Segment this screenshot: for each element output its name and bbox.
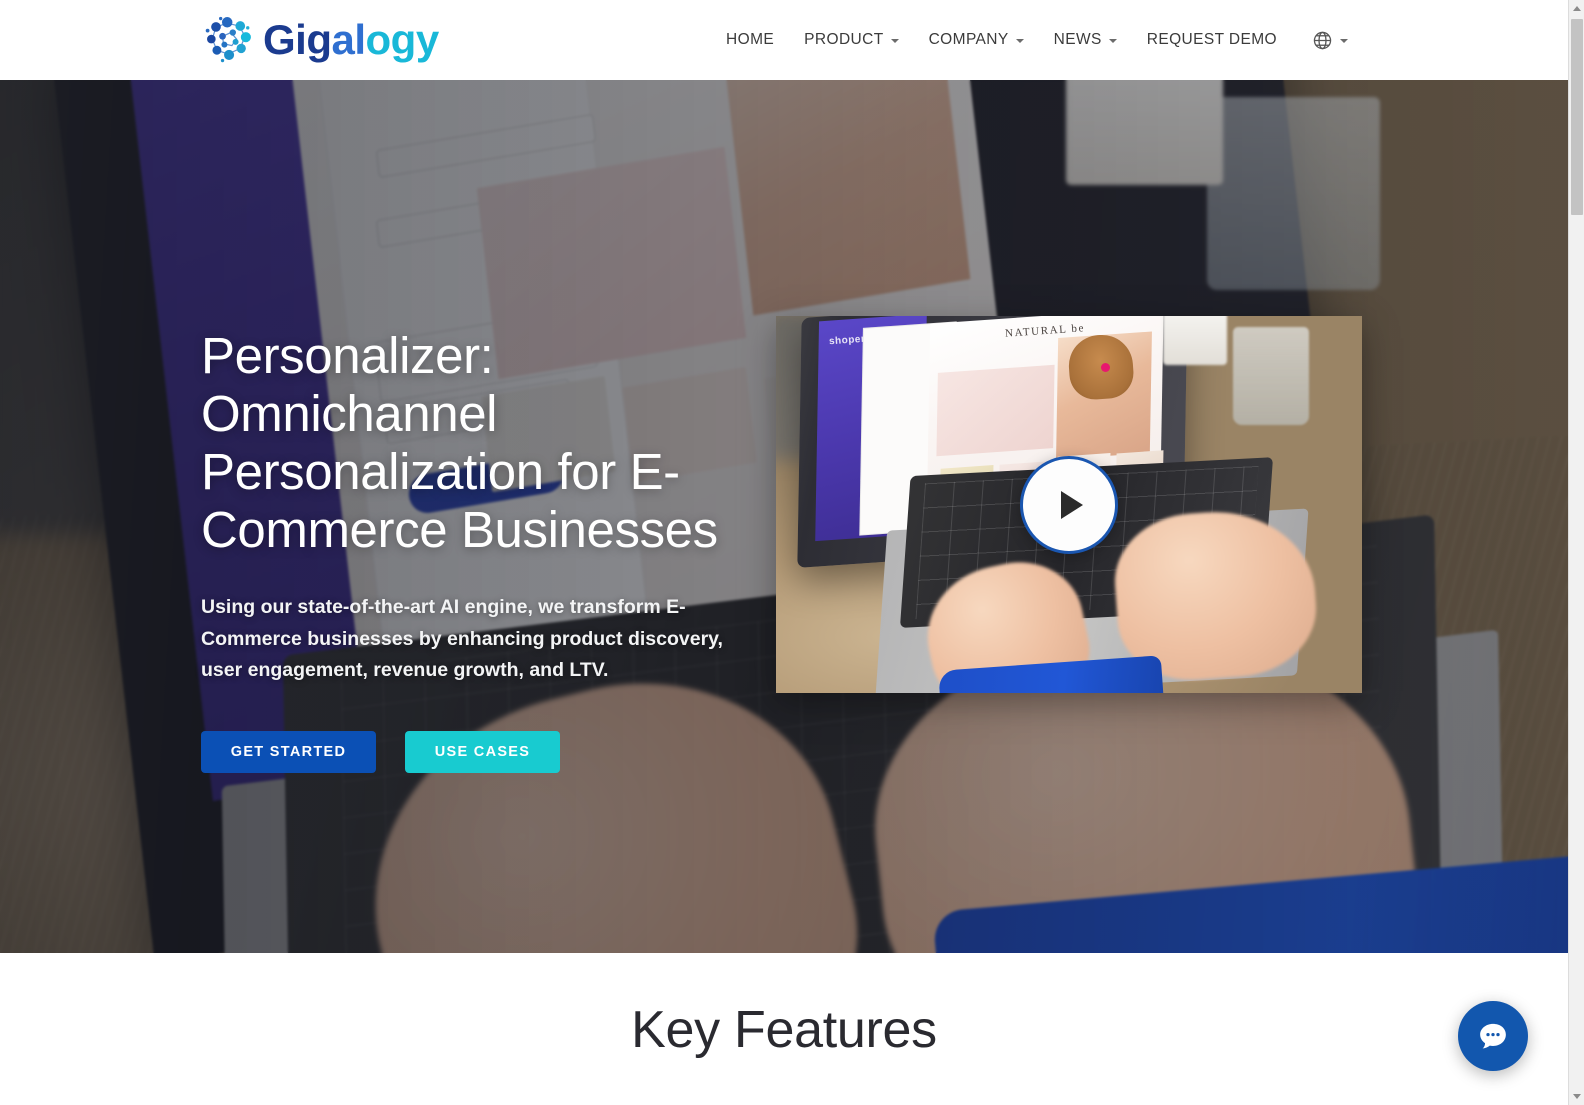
nav-item-news[interactable]: NEWS bbox=[1039, 0, 1132, 80]
key-features-title: Key Features bbox=[631, 1001, 937, 1059]
chat-bubble-icon bbox=[1480, 1023, 1506, 1049]
nav-item-home[interactable]: HOME bbox=[711, 0, 789, 80]
chat-widget-button[interactable] bbox=[1458, 1001, 1528, 1071]
chevron-down-icon bbox=[890, 39, 899, 43]
page-viewport: Gigalogy HOME PRODUCT COMPANY NEWS REQUE… bbox=[0, 0, 1568, 1105]
browser-page: Gigalogy HOME PRODUCT COMPANY NEWS REQUE… bbox=[0, 0, 1584, 1105]
play-button[interactable] bbox=[1020, 455, 1118, 554]
nav-item-request-demo[interactable]: REQUEST DEMO bbox=[1132, 0, 1292, 80]
use-cases-button[interactable]: USE CASES bbox=[405, 730, 560, 773]
network-dots-icon bbox=[205, 16, 251, 63]
main-navigation: HOME PRODUCT COMPANY NEWS REQUEST DEMO bbox=[711, 0, 1358, 80]
site-header: Gigalogy HOME PRODUCT COMPANY NEWS REQUE… bbox=[0, 0, 1568, 80]
nav-item-company[interactable]: COMPANY bbox=[914, 0, 1039, 80]
hero-subtitle: Using our state-of-the-art AI engine, we… bbox=[201, 596, 723, 681]
globe-icon bbox=[1313, 31, 1332, 49]
nav-item-product[interactable]: PRODUCT bbox=[789, 0, 913, 80]
nav-label: REQUEST DEMO bbox=[1146, 31, 1277, 48]
nav-label: NEWS bbox=[1053, 31, 1102, 48]
chevron-down-icon bbox=[1340, 39, 1348, 43]
language-selector[interactable] bbox=[1292, 0, 1358, 80]
nav-label: COMPANY bbox=[928, 31, 1009, 48]
hero-section: Personalizer: Omnichannel Personalizatio… bbox=[0, 80, 1568, 953]
nav-label: HOME bbox=[726, 31, 775, 48]
hero-copy: Personalizer: Omnichannel Personalizatio… bbox=[201, 327, 781, 773]
video-overlay-brand: shoper bbox=[828, 333, 866, 348]
chevron-down-icon bbox=[1108, 39, 1117, 43]
hero-video-player[interactable]: shoper NATURAL be bbox=[776, 316, 1362, 693]
hero-title: Personalizer: Omnichannel Personalizatio… bbox=[201, 327, 718, 558]
scroll-up-arrow-icon[interactable] bbox=[1569, 0, 1584, 17]
play-triangle-icon bbox=[1061, 490, 1083, 519]
site-logo[interactable]: Gigalogy bbox=[201, 12, 439, 68]
hero-cta-group: GET STARTED USE CASES bbox=[201, 730, 781, 773]
scroll-down-arrow-icon[interactable] bbox=[1569, 1088, 1584, 1105]
logo-text: Gigalogy bbox=[263, 16, 439, 63]
vertical-scrollbar[interactable] bbox=[1568, 0, 1584, 1105]
get-started-button[interactable]: GET STARTED bbox=[201, 730, 376, 773]
chevron-down-icon bbox=[1015, 39, 1024, 43]
key-features-section: Key Features bbox=[0, 953, 1568, 1105]
nav-label: PRODUCT bbox=[804, 31, 884, 48]
scrollbar-thumb[interactable] bbox=[1571, 19, 1583, 215]
